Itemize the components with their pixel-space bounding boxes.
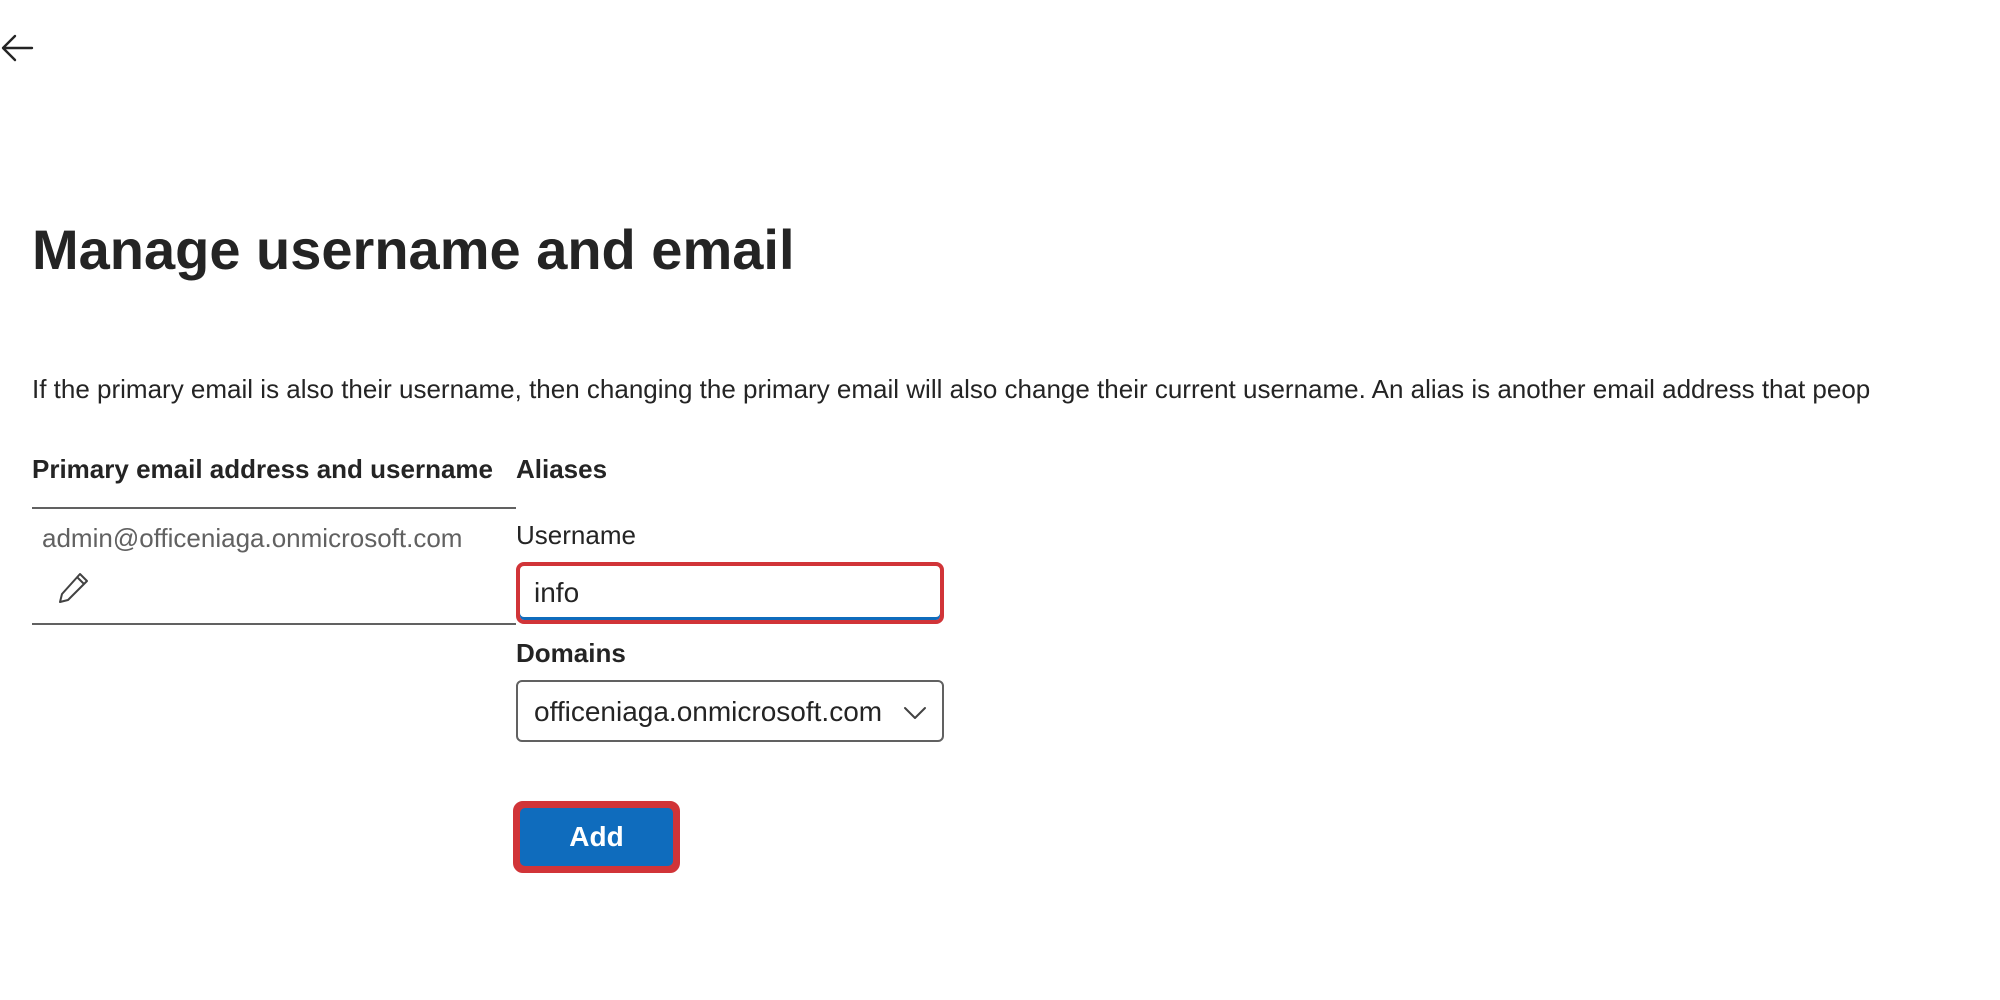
chevron-down-icon <box>902 700 928 726</box>
primary-email-column-header: Primary email address and username <box>32 454 494 484</box>
manage-username-email-page: Manage username and email If the primary… <box>0 0 2000 1000</box>
domains-dropdown[interactable]: officeniaga.onmicrosoft.com <box>516 680 944 742</box>
pencil-icon <box>54 573 94 611</box>
aliases-column-header: Aliases <box>516 454 608 484</box>
page-description: If the primary email is also their usern… <box>32 374 1871 404</box>
page-title: Manage username and email <box>32 218 795 281</box>
primary-email-cell: admin@officeniaga.onmicrosoft.com <box>32 507 516 625</box>
primary-email-value: admin@officeniaga.onmicrosoft.com <box>42 523 463 553</box>
username-input[interactable] <box>516 562 944 624</box>
domains-label: Domains <box>516 638 626 668</box>
username-label: Username <box>516 520 636 550</box>
edit-primary-email-button[interactable] <box>54 567 94 607</box>
domains-dropdown-value: officeniaga.onmicrosoft.com <box>534 696 883 727</box>
back-button[interactable] <box>0 28 40 68</box>
add-button-label: Add <box>520 808 673 866</box>
arrow-left-icon <box>0 28 40 68</box>
add-alias-button[interactable]: Add <box>513 801 680 873</box>
